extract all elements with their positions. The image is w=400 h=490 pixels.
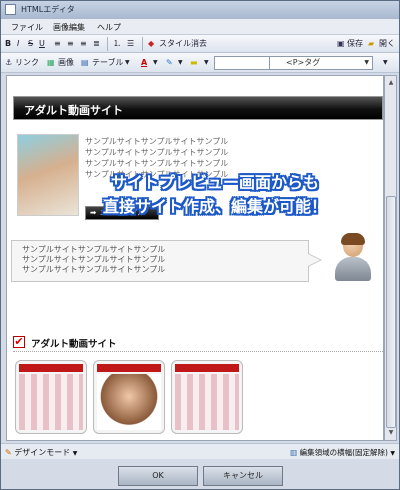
bubble-line: サンプルサイトサンプルサイトサンプル: [22, 265, 166, 274]
align-justify-icon[interactable]: ≣: [93, 38, 100, 50]
table-button[interactable]: テーブル: [92, 57, 124, 69]
folder-icon: ▰: [368, 39, 375, 48]
save-icon: ▣: [337, 39, 345, 48]
screenshot-header: [97, 364, 161, 372]
mode-label: デザインモード: [14, 448, 71, 457]
ok-button[interactable]: OK: [118, 466, 198, 486]
strikethrough-button[interactable]: S: [28, 38, 33, 50]
bgcolor-dropdown-icon[interactable]: ▼: [204, 57, 209, 69]
screenshot-body: [97, 374, 161, 430]
toolbar-separator: [107, 37, 108, 51]
banner-title: アダルト動画サイト: [24, 104, 123, 117]
sample-line: サンプルサイトサンプルサイトサンプル: [85, 137, 229, 146]
editor-window: HTMLエディタ ファイル 画像編集 ヘルプ B I S U ≡ ≡ ≡ ≣ ⒈…: [0, 0, 400, 490]
image-button[interactable]: 画像: [58, 57, 74, 69]
app-icon: [5, 4, 16, 15]
speech-bubble: サンプルサイトサンプルサイトサンプル サンプルサイトサンプルサイトサンプル サン…: [11, 240, 322, 282]
menu-bar: ファイル 画像編集 ヘルプ: [1, 19, 399, 35]
person-icon: [333, 233, 373, 283]
italic-button[interactable]: I: [17, 38, 19, 50]
link-button[interactable]: リンク: [15, 57, 39, 69]
tag-combo[interactable]: <P>タグ ▼: [269, 56, 373, 70]
bubble-line: サンプルサイトサンプルサイトサンプル: [22, 245, 166, 254]
font-color-dropdown-icon[interactable]: ▼: [153, 57, 158, 69]
style-clear-button[interactable]: スタイル消去: [159, 38, 207, 50]
highlight-dropdown-icon[interactable]: ▼: [178, 57, 183, 69]
tag-combo-value: <P>タグ: [286, 58, 321, 67]
mode-selector[interactable]: ✎ デザインモード ▼: [5, 447, 77, 458]
section-title: アダルト動画サイト: [31, 339, 117, 350]
title-bar[interactable]: HTMLエディタ: [1, 1, 399, 19]
toolbar-overflow-icon[interactable]: ▼: [383, 57, 388, 69]
screenshot-body: [19, 374, 83, 430]
menu-image-edit[interactable]: 画像編集: [53, 22, 85, 33]
scroll-thumb[interactable]: [386, 196, 396, 428]
edit-area-label: 編集領域の横幅(固定解除): [299, 448, 388, 457]
design-mode-icon: ✎: [5, 448, 12, 457]
person-hair: [341, 233, 365, 245]
font-color-icon[interactable]: A: [141, 57, 147, 69]
edit-area-width-toggle[interactable]: ▥ 編集領域の横幅(固定解除) ▼: [290, 447, 395, 458]
align-center-icon[interactable]: ≡: [67, 38, 74, 50]
sample-line: サンプルサイトサンプルサイトサンプル: [85, 159, 229, 168]
scroll-up-icon[interactable]: ▲: [386, 78, 396, 88]
table-icon: ▤: [81, 58, 89, 67]
screenshot-body: [175, 374, 239, 430]
bubble-tail-inner: [308, 254, 320, 266]
site-screenshot: [171, 360, 243, 434]
site-banner: アダルト動画サイト: [13, 96, 383, 120]
bold-button[interactable]: B: [5, 38, 11, 50]
status-bar: ✎ デザインモード ▼ ▥ 編集領域の横幅(固定解除) ▼: [1, 443, 399, 459]
screenshot-header: [175, 364, 239, 372]
bgcolor-icon[interactable]: ▬: [190, 57, 198, 69]
open-button[interactable]: 開く: [379, 38, 395, 50]
width-icon: ▥: [290, 448, 298, 457]
site-screenshot: [93, 360, 165, 434]
person-body: [335, 257, 371, 281]
link-icon: ⚓: [5, 58, 13, 67]
ordered-list-icon[interactable]: ⒈: [113, 38, 121, 50]
underline-button[interactable]: U: [39, 38, 45, 50]
chevron-down-icon: ▼: [364, 59, 369, 66]
bullet-list-icon[interactable]: ☰: [127, 38, 134, 50]
window-title: HTMLエディタ: [21, 5, 75, 14]
menu-file[interactable]: ファイル: [11, 22, 43, 33]
table-dropdown-icon[interactable]: ▼: [125, 57, 130, 69]
bubble-text: サンプルサイトサンプルサイトサンプル サンプルサイトサンプルサイトサンプル サン…: [22, 245, 165, 275]
image-icon: ▦: [47, 58, 55, 67]
bubble-line: サンプルサイトサンプルサイトサンプル: [22, 255, 166, 264]
overlay-line: 直接サイト作成、編集が可能！: [102, 197, 327, 216]
checkmark-icon: ✔: [13, 335, 25, 348]
site-screenshot: [15, 360, 87, 434]
sample-line: サンプルサイトサンプルサイトサンプル: [85, 148, 229, 157]
section-heading: ✔ アダルト動画サイト: [13, 334, 383, 352]
toolbar-separator: [142, 37, 143, 51]
screenshot-header: [19, 364, 83, 372]
align-left-icon[interactable]: ≡: [54, 38, 61, 50]
menu-help[interactable]: ヘルプ: [97, 22, 121, 33]
align-right-icon[interactable]: ≡: [80, 38, 87, 50]
scroll-down-icon[interactable]: ▼: [386, 428, 396, 438]
promo-overlay-text: サイトプレビュー画面からも 直接サイト作成、編集が可能！: [45, 171, 385, 219]
highlight-icon[interactable]: ✎: [166, 57, 173, 69]
format-toolbar: B I S U ≡ ≡ ≡ ≣ ⒈ ☰ ◆ スタイル消去 ▣ 保存 ▰ 開く: [1, 35, 399, 53]
preview-canvas[interactable]: アダルト動画サイト サンプルサイトサンプルサイトサンプル サンプルサイトサンプル…: [6, 75, 384, 441]
save-button[interactable]: 保存: [347, 38, 363, 50]
chevron-down-icon: ▼: [72, 450, 78, 457]
cancel-button[interactable]: キャンセル: [203, 466, 283, 486]
chevron-down-icon: ▼: [390, 450, 395, 457]
insert-toolbar: ⚓ リンク ▦ 画像 ▤ テーブル ▼ A ▼ ✎ ▼ ▬ ▼ ▼ <P>タグ ▼…: [1, 53, 399, 73]
overlay-line: サイトプレビュー画面からも: [110, 173, 319, 192]
vertical-scrollbar[interactable]: ▲ ▼: [384, 75, 397, 441]
eraser-icon: ◆: [148, 39, 155, 48]
